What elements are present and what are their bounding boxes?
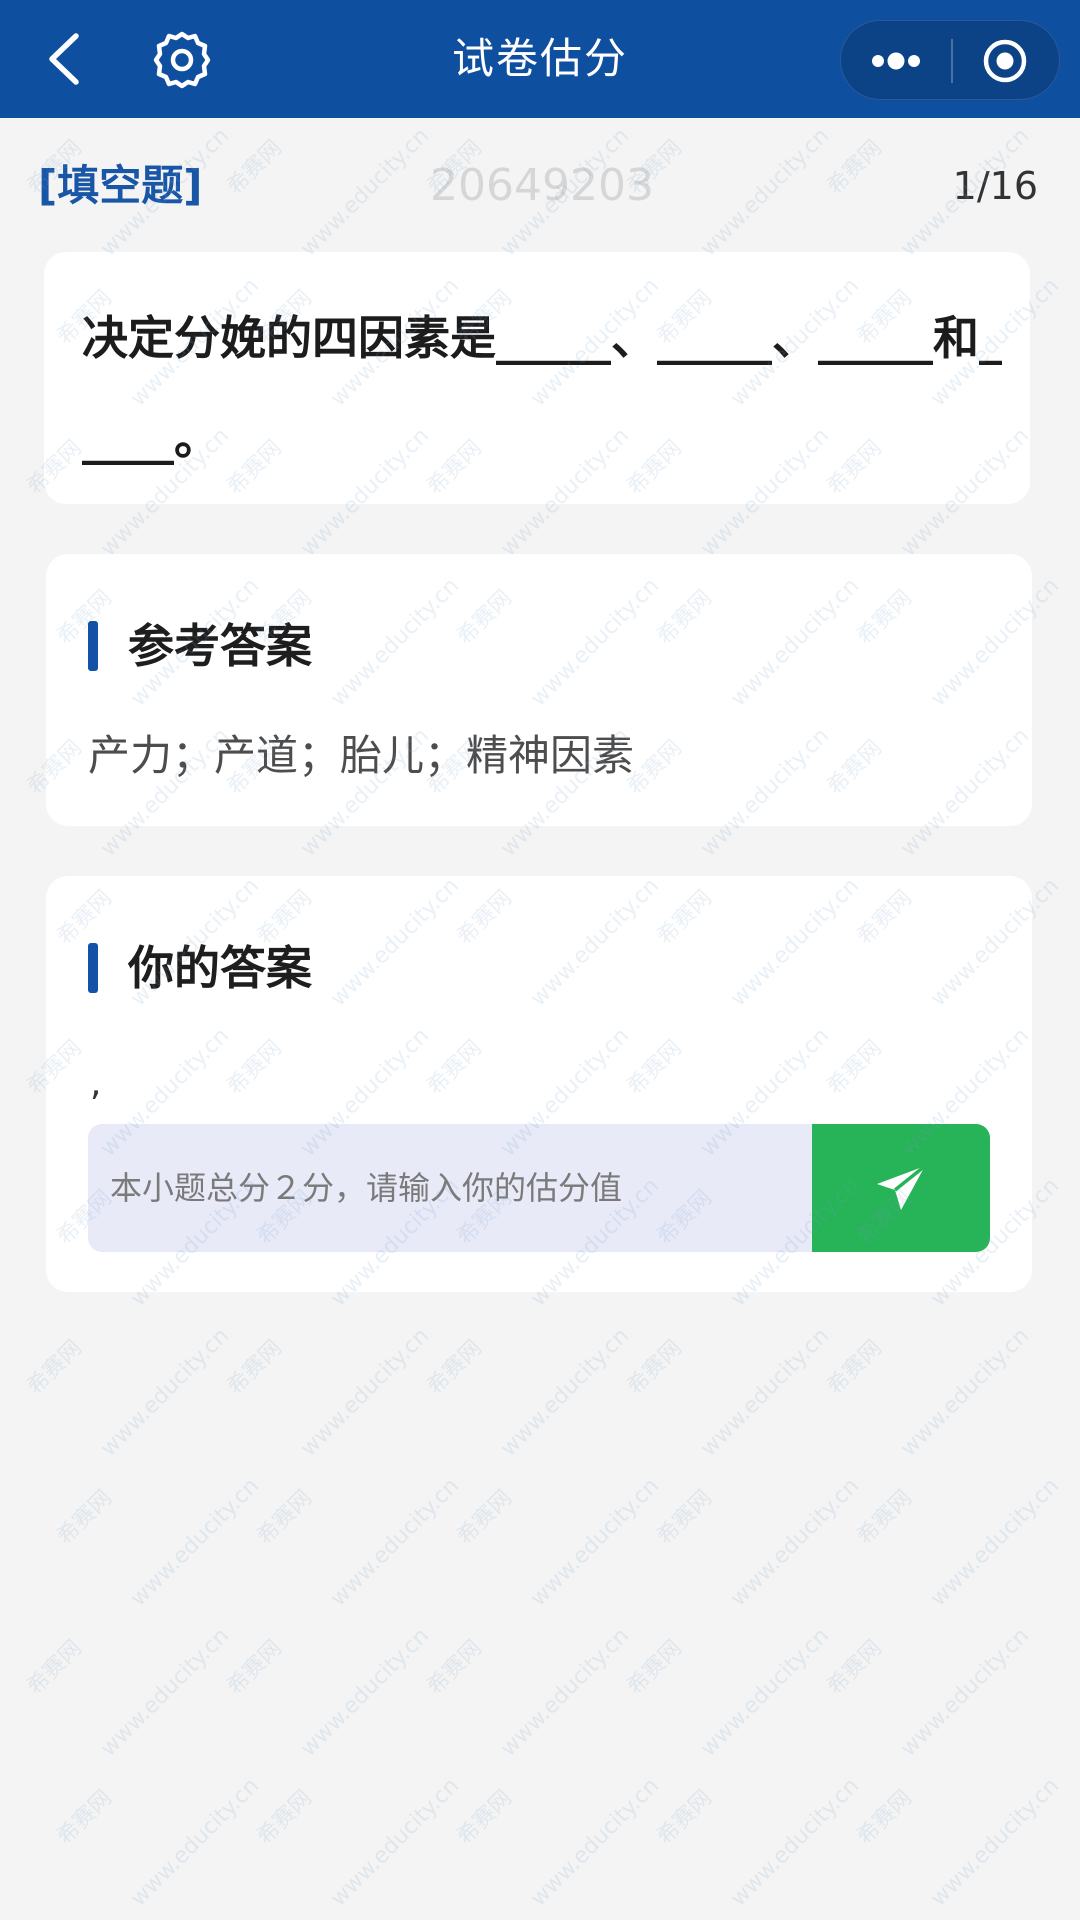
watermark-brand: 希赛网	[452, 1485, 517, 1550]
watermark-brand: 希赛网	[252, 1485, 317, 1550]
watermark-brand: 希赛网	[822, 1635, 887, 1700]
watermark-brand: 希赛网	[22, 1335, 87, 1400]
watermark-site: www.educity.cn	[526, 1473, 665, 1612]
more-dots-icon	[872, 52, 920, 70]
watermark-site: www.educity.cn	[326, 1773, 465, 1912]
more-button[interactable]	[841, 21, 951, 101]
watermark-site: www.educity.cn	[926, 1473, 1065, 1612]
watermark-brand: 希赛网	[52, 1485, 117, 1550]
watermark-brand: 希赛网	[222, 1335, 287, 1400]
question-card: 决定分娩的四因素是_____、_____、_____和_____。	[44, 252, 1030, 504]
watermark-brand: 希赛网	[652, 1785, 717, 1850]
watermark-brand: 希赛网	[822, 135, 887, 200]
watermark-brand: 希赛网	[52, 1785, 117, 1850]
my-answer-title: 你的答案	[128, 941, 312, 995]
watermark-site: www.educity.cn	[126, 1473, 265, 1612]
section-accent-bar	[88, 943, 98, 993]
watermark-brand: 希赛网	[652, 1485, 717, 1550]
watermark-brand: 希赛网	[252, 1785, 317, 1850]
watermark-site: www.educity.cn	[496, 1623, 635, 1762]
question-text: 决定分娩的四因素是_____、_____、_____和_____。	[82, 311, 1002, 465]
target-circle-icon	[983, 39, 1027, 83]
watermark-site: www.educity.cn	[526, 1773, 665, 1912]
watermark-site: www.educity.cn	[896, 1623, 1035, 1762]
section-accent-bar	[88, 621, 98, 671]
reference-answer-text: 产力；产道；胎儿；精神因素	[88, 731, 635, 780]
my-answer-card: 你的答案 ,	[46, 876, 1032, 1292]
watermark-site: www.educity.cn	[296, 123, 435, 262]
send-paper-plane-icon	[877, 1164, 927, 1210]
question-id-watermark: 20649203	[430, 160, 654, 211]
watermark-brand: 希赛网	[852, 1785, 917, 1850]
question-counter: 1/16	[952, 164, 1038, 208]
top-bar: 试卷估分	[0, 0, 1080, 118]
watermark-site: www.educity.cn	[896, 1323, 1035, 1462]
watermark-brand: 希赛网	[222, 1635, 287, 1700]
watermark-brand: 希赛网	[852, 1485, 917, 1550]
watermark-brand: 希赛网	[22, 1635, 87, 1700]
watermark-site: www.educity.cn	[726, 1473, 865, 1612]
watermark-site: www.educity.cn	[96, 1323, 235, 1462]
mini-program-capsule	[840, 20, 1060, 100]
reference-answer-title: 参考答案	[128, 619, 312, 673]
watermark-site: www.educity.cn	[726, 1773, 865, 1912]
reference-answer-card: 参考答案 产力；产道；胎儿；精神因素	[46, 554, 1032, 826]
watermark-site: www.educity.cn	[696, 1623, 835, 1762]
question-type-label: [填空题]	[38, 161, 203, 210]
watermark-site: www.educity.cn	[296, 1623, 435, 1762]
watermark-brand: 希赛网	[452, 1785, 517, 1850]
watermark-site: www.educity.cn	[696, 123, 835, 262]
watermark-brand: 希赛网	[422, 1335, 487, 1400]
score-estimate-input[interactable]	[88, 1124, 812, 1252]
watermark-site: www.educity.cn	[696, 1323, 835, 1462]
watermark-site: www.educity.cn	[96, 1623, 235, 1762]
watermark-brand: 希赛网	[622, 1635, 687, 1700]
close-button[interactable]	[953, 21, 1061, 101]
watermark-brand: 希赛网	[222, 135, 287, 200]
my-answer-text: ,	[90, 1063, 102, 1104]
watermark-site: www.educity.cn	[326, 1473, 465, 1612]
watermark-site: www.educity.cn	[126, 1773, 265, 1912]
submit-score-button[interactable]	[812, 1124, 990, 1252]
watermark-brand: 希赛网	[422, 1635, 487, 1700]
watermark-site: www.educity.cn	[296, 1323, 435, 1462]
watermark-brand: 希赛网	[822, 1335, 887, 1400]
watermark-site: www.educity.cn	[496, 1323, 635, 1462]
watermark-site: www.educity.cn	[926, 1773, 1065, 1912]
page: 试卷估分 [填空题] 20649203 1/16 决定分娩的四因素是_____、	[0, 0, 1080, 1920]
watermark-brand: 希赛网	[622, 1335, 687, 1400]
